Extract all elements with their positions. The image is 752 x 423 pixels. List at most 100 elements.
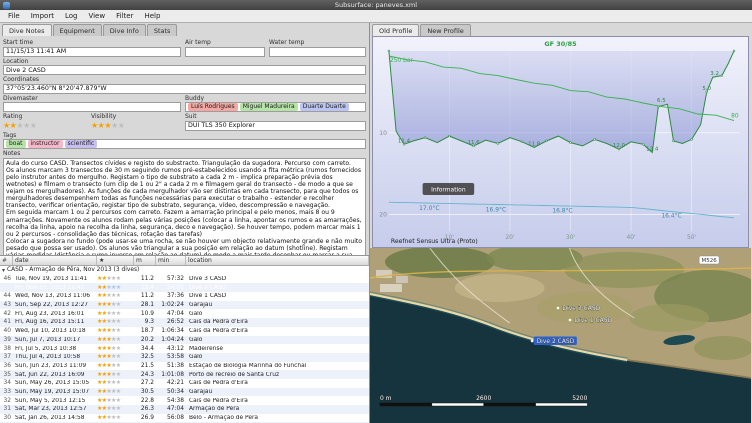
suit-input[interactable]: DUI TLS 350 Explorer <box>185 120 366 131</box>
dive-rating-stars: ★★★★★ <box>97 309 121 317</box>
tab-equipment[interactable]: Equipment <box>52 24 102 36</box>
dive-row[interactable]: 34 Sun, May 26, 2013 15:05 ★★★★★ 27.2 42:21 C… <box>0 379 369 388</box>
dive-depth: 28.1 <box>140 302 154 309</box>
water-temp-input[interactable] <box>269 46 366 57</box>
menu-import[interactable]: Import <box>31 12 54 20</box>
dive-date: Sun, May 5, 2013 12:15 <box>15 397 86 404</box>
notes-textarea[interactable]: Aula do curso CASD. Transectos cívides e… <box>3 157 366 255</box>
col-number[interactable]: # <box>0 256 13 265</box>
dive-depth: 9.3 <box>144 319 154 326</box>
dive-row[interactable]: 33 Sun, May 19, 2013 15:07 ★★★★★ 30.5 50:34 G… <box>0 387 369 397</box>
rating-label: Rating <box>3 113 23 120</box>
air-temp-input[interactable] <box>185 46 265 57</box>
dive-rating-stars: ★★★★★ <box>97 353 121 361</box>
dive-number: 32 <box>3 397 12 404</box>
dive-date: Fri, Aug 23, 2013 16:01 <box>15 310 85 317</box>
svg-text:10: 10 <box>379 130 387 137</box>
tag-chip[interactable]: instructor <box>27 140 63 148</box>
divemaster-input[interactable] <box>3 102 181 112</box>
dive-marker[interactable]: Dive 2 CASD <box>530 336 577 346</box>
dive-location: Cais da Pedra d'Eira <box>189 328 248 335</box>
menu-log[interactable]: Log <box>65 12 78 20</box>
col-date[interactable]: date <box>13 256 97 265</box>
trip-expand-icon[interactable]: ▾ <box>2 267 5 274</box>
dive-duration: 37:36 <box>167 293 184 300</box>
dive-depth: 22.8 <box>140 397 154 404</box>
dive-depth: 20.2 <box>140 336 154 343</box>
dive-number: 44 <box>3 293 12 300</box>
dive-number: 43 <box>3 302 12 309</box>
start-time-input[interactable]: 11/15/13 11:41 AM <box>3 46 181 57</box>
svg-text:5.0: 5.0 <box>702 86 711 92</box>
tags-field[interactable]: boat instructor scientific <box>3 139 366 149</box>
notes-label: Notes <box>3 150 21 157</box>
menu-help[interactable]: Help <box>144 12 160 20</box>
buddy-chip[interactable]: Duarte Duarte <box>299 103 349 111</box>
profile-tabs: Old Profile New Profile <box>370 23 751 36</box>
dive-rating-stars: ★★★★★ <box>97 370 121 378</box>
dive-row[interactable]: 32 Sun, May 5, 2013 12:15 ★★★★★ 22.8 54:38 Ca… <box>0 396 369 405</box>
dive-row[interactable]: 42 Fri, Aug 23, 2013 16:01 ★★★★★ 10.9 47:04 G… <box>0 309 369 318</box>
coordinates-input[interactable]: 37°05'23.460"N 8°20'47.879"W <box>3 83 366 94</box>
dive-row[interactable]: 46 Tue, Nov 19, 2013 11:41 ★★★★★ 11.2 57:32 D… <box>0 275 369 284</box>
dive-row[interactable]: 43 Sun, Sep 22, 2013 12:27 ★★★★★ 28.1 1:02:2… <box>0 300 369 310</box>
tab-old-profile[interactable]: Old Profile <box>372 24 420 36</box>
tag-chip[interactable]: boat <box>6 140 26 148</box>
dive-profile-chart: 10 20 10' 20' 30' 40' 50' 250 bar 80 17.0°C 16.9°C… <box>372 36 749 248</box>
tab-dive-info[interactable]: Dive Info <box>102 24 146 36</box>
dive-number: 30 <box>3 415 12 422</box>
dive-row[interactable]: 35 Sat, Jun 22, 2013 16:09 ★★★★★ 24.3 1:01:0… <box>0 370 369 379</box>
dive-depth: 32.5 <box>140 354 154 361</box>
title-bar: Subsurface: paneves.xml <box>0 0 752 10</box>
dive-row[interactable]: 39 Sun, Jul 7, 2013 10:17 ★★★★★ 20.2 1:04:24… <box>0 335 369 345</box>
visibility-stars[interactable]: ★★★★★ <box>91 121 181 131</box>
dive-row[interactable]: 45 Fri, Nov 15, 2013 11:41 ★★★★★ 12.4 54:01 D… <box>0 283 369 293</box>
svg-text:11.4: 11.4 <box>398 138 411 144</box>
dive-location: Belo - Armação de Pêra <box>189 415 259 422</box>
dive-marker[interactable]: Dive 3 CASD <box>556 305 601 312</box>
tab-stats[interactable]: Stats <box>146 24 178 36</box>
dive-depth: 30.5 <box>140 388 154 395</box>
tab-new-profile[interactable]: New Profile <box>420 24 471 36</box>
dive-row[interactable]: 41 Fri, Aug 16, 2013 15:11 ★★★★★ 9.3 26:52 Ca… <box>0 318 369 327</box>
dive-row[interactable]: 30 Sat, Jan 26, 2013 14:58 ★★★★★ 26.9 56:08 B… <box>0 414 369 423</box>
dive-date: Fri, Aug 16, 2013 15:11 <box>15 319 85 326</box>
col-rating[interactable]: ★ <box>97 256 134 265</box>
svg-text:40': 40' <box>626 234 636 241</box>
buddy-chip[interactable]: Miguel Madureira <box>239 103 298 111</box>
dive-rating-stars: ★★★★★ <box>97 387 121 395</box>
menu-view[interactable]: View <box>88 12 105 20</box>
dive-number: 31 <box>3 406 12 413</box>
col-location[interactable]: location <box>186 256 369 265</box>
tag-chip[interactable]: scientific <box>64 140 98 148</box>
svg-text:GF 30/85: GF 30/85 <box>544 40 577 48</box>
buddy-field[interactable]: Luís Rodrigues Miguel Madureira Duarte Dua… <box>185 102 366 112</box>
dive-row[interactable]: 36 Sun, Jun 23, 2013 11:09 ★★★★★ 21.5 51:38 E… <box>0 362 369 371</box>
col-depth[interactable]: m <box>134 256 156 265</box>
dive-depth: 24.3 <box>140 371 154 378</box>
trip-header-row[interactable]: ▾ CASD - Armação de Pêra, Nov 2013 (3 div… <box>0 266 369 275</box>
rating-stars[interactable]: ★★★★★ <box>3 121 87 131</box>
dive-row[interactable]: 38 Fri, Jul 5, 2013 10:38 ★★★★★ 34.4 43:12 Ma… <box>0 344 369 353</box>
suit-label: Suit <box>185 113 197 120</box>
location-input[interactable]: Dive 2 CASD <box>3 65 366 75</box>
buddy-chip[interactable]: Luís Rodrigues <box>188 103 238 111</box>
tab-dive-notes[interactable]: Dive Notes <box>2 24 52 36</box>
dive-row[interactable]: 44 Wed, Nov 13, 2013 11:06 ★★★★★ 11.2 37:36 D… <box>0 292 369 301</box>
dive-location: Porto de recreio de Santa Cruz <box>189 371 280 378</box>
col-duration[interactable]: min <box>156 256 186 265</box>
dive-depth: 12.4 <box>140 284 154 291</box>
main-area: Dive Notes Equipment Dive Info Stats Start … <box>0 23 752 423</box>
menu-file[interactable]: File <box>8 12 20 20</box>
menu-filter[interactable]: Filter <box>116 12 133 20</box>
dive-row[interactable]: 37 Thu, Jul 4, 2013 10:58 ★★★★★ 32.5 53:58 Ga… <box>0 352 369 362</box>
dive-rating-stars: ★★★★★ <box>97 405 121 413</box>
dive-date: Fri, Jul 5, 2013 10:38 <box>15 345 77 352</box>
dive-depth: 21.5 <box>140 362 154 369</box>
dive-number: 34 <box>3 380 12 387</box>
dive-row[interactable]: 40 Wed, Jul 10, 2013 10:18 ★★★★★ 18.7 1:06:3… <box>0 327 369 336</box>
dive-row[interactable]: 31 Sat, Mar 23, 2013 12:57 ★★★★★ 26.3 47:04 A… <box>0 405 369 414</box>
dive-number: 36 <box>3 362 12 369</box>
dive-marker[interactable]: Dive 1 CASD <box>568 317 613 324</box>
dive-location-map[interactable]: M526 Dive 3 CASD Dive 1 CASD Dive 2 CASD 0… <box>370 248 751 423</box>
